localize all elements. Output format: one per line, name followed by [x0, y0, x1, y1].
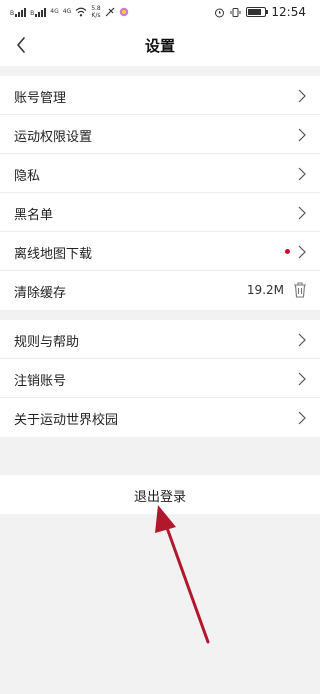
logout-label: 退出登录: [133, 490, 186, 505]
settings-item-delete-account[interactable]: 注销账号: [0, 359, 320, 398]
logout-button[interactable]: 退出登录: [0, 475, 320, 514]
network-type-2: 4G: [62, 8, 72, 15]
settings-item-privacy[interactable]: 隐私: [0, 154, 320, 193]
settings-item-offline-map[interactable]: 离线地图下载: [0, 232, 320, 271]
chevron-right-icon: [298, 167, 306, 181]
settings-item-label: 离线地图下载: [14, 247, 93, 262]
network-speed-value: 5.8: [91, 5, 101, 12]
settings-item-clear-cache[interactable]: 清除缓存 19.2M: [0, 271, 320, 310]
trash-icon[interactable]: [292, 281, 308, 299]
vibrate-icon: [230, 7, 241, 17]
network-type-1: 4G: [50, 8, 59, 15]
status-bar-right: 12:54: [214, 4, 306, 20]
settings-item-label: 黑名单: [14, 208, 54, 223]
new-indicator-dot: [285, 249, 290, 254]
chevron-right-icon: [298, 89, 306, 103]
settings-item-label: 运动权限设置: [14, 130, 93, 145]
sim1-signal-icon: B: [10, 7, 27, 17]
chevron-right-icon: [298, 333, 306, 347]
settings-item-label: 注销账号: [14, 374, 67, 389]
settings-item-sport-permissions[interactable]: 运动权限设置: [0, 115, 320, 154]
settings-item-label: 隐私: [14, 169, 41, 184]
chevron-right-icon: [298, 411, 306, 425]
settings-group-help: 规则与帮助 注销账号 关于运动世界校园: [0, 320, 320, 437]
network-speed: 5.8 K/s: [91, 5, 101, 19]
chevron-right-icon: [298, 206, 306, 220]
sim1-badge: B: [10, 10, 15, 17]
cache-size-value: 19.2M: [246, 283, 284, 297]
settings-item-label: 规则与帮助: [14, 335, 80, 350]
settings-group-account: 账号管理 运动权限设置 隐私 黑名单 离线地图下载 清除缓存 19.2M: [0, 76, 320, 310]
wifi-icon: [75, 7, 87, 17]
settings-item-label: 关于运动世界校园: [14, 413, 119, 428]
settings-item-blacklist[interactable]: 黑名单: [0, 193, 320, 232]
chevron-right-icon: [298, 245, 306, 259]
settings-item-about[interactable]: 关于运动世界校园: [0, 398, 320, 437]
battery-icon: [246, 7, 269, 17]
settings-item-account-management[interactable]: 账号管理: [0, 76, 320, 115]
status-bar-left: B B 4G 4G 5.8 K/s: [10, 4, 129, 20]
app-notification-icon-2: [119, 7, 128, 17]
app-notification-icon: [105, 7, 115, 17]
top-nav-bar: 设置: [0, 24, 320, 66]
page-title: 设置: [144, 37, 175, 55]
alarm-icon: [215, 8, 225, 17]
sim2-signal-icon: B: [30, 7, 47, 17]
settings-item-label: 清除缓存: [14, 286, 67, 301]
sim2-badge: B: [30, 10, 35, 17]
chevron-right-icon: [298, 372, 306, 386]
status-bar: B B 4G 4G 5.8 K/s 12:54: [0, 0, 320, 24]
settings-item-label: 账号管理: [14, 91, 67, 106]
settings-item-rules-help[interactable]: 规则与帮助: [0, 320, 320, 359]
network-speed-unit: K/s: [91, 12, 101, 19]
status-time: 12:54: [271, 5, 306, 19]
chevron-right-icon: [298, 128, 306, 142]
